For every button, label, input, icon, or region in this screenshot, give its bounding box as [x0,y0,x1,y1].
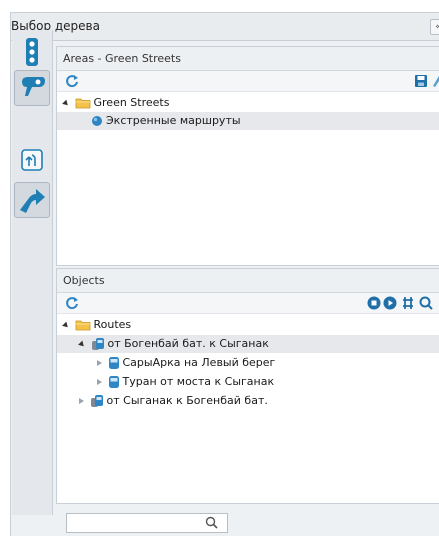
refresh-icon[interactable] [65,296,79,310]
window-title-bar: Выбор дерева « [11,13,439,41]
bus-icon [108,357,119,369]
save-icon[interactable] [414,74,428,88]
areas-panel-title: Areas - Green Streets [57,47,439,71]
collapsed-arrow-icon[interactable] [97,379,102,385]
collapsed-arrow-icon[interactable] [79,398,84,404]
collapsed-arrow-icon[interactable] [97,360,102,366]
refresh-icon[interactable] [65,74,79,88]
folder-icon [75,98,90,109]
rail-item-route-fork[interactable] [14,142,50,178]
objects-tree: Routes от Богенбай бат. к Сыганак СарыАр… [57,314,439,500]
bus-stack-icon [91,338,104,350]
pin-icon [22,77,45,96]
expand-arrow-icon[interactable] [62,321,70,329]
areas-tree: Green Streets Экстренные маршруты [57,92,439,262]
turn-arrow-icon [20,189,45,213]
rail-item-traffic-light[interactable] [14,34,50,70]
rail-item-pin[interactable] [14,70,50,106]
tree-item-label: Green Streets [93,96,170,109]
bus-icon [108,376,119,388]
rail-item-turn-arrow[interactable] [14,182,50,218]
bus-stack-icon [90,395,103,407]
tree-item-route-turan[interactable]: Туран от моста к Сыганак [57,373,439,391]
tree-item-route-saryarka[interactable]: СарыАрка на Левый берег [57,354,439,372]
expand-arrow-icon[interactable] [62,99,70,107]
objects-panel: Objects Routes от Богенбай бат. к Сыгана… [56,268,439,504]
route-fork-icon [21,149,43,171]
objects-toolbar [57,293,439,314]
areas-toolbar [57,71,439,92]
tree-item-label: Экстренные маршруты [106,114,241,127]
edit-icon[interactable] [431,74,439,88]
circle-icon [92,116,102,126]
stop-icon[interactable] [367,296,381,310]
play-icon[interactable] [383,296,397,310]
folder-icon [75,320,90,331]
areas-panel: Areas - Green Streets Green Streets Экст… [56,46,439,266]
tree-item-route-bogenbay-syganak[interactable]: от Богенбай бат. к Сыганак [57,335,439,353]
tree-item-label: СарыАрка на Левый берег [122,356,276,369]
search-input[interactable] [66,513,228,533]
expand-arrow-icon[interactable] [78,340,86,348]
objects-panel-title: Objects [57,269,439,293]
layer-rail [12,30,53,515]
tree-item-label: Туран от моста к Сыганак [122,375,275,388]
tree-item-label: от Сыганак к Богенбай бат. [106,394,268,407]
tree-item-label: Routes [93,318,132,331]
background-area [0,0,439,13]
grid-icon[interactable] [402,296,414,310]
tree-item-green-streets[interactable]: Green Streets [57,94,439,112]
traffic-light-icon [26,38,38,66]
search-icon[interactable] [419,296,433,310]
tree-item-routes[interactable]: Routes [57,316,439,334]
search-icon[interactable] [205,516,218,529]
tree-item-emergency-routes[interactable]: Экстренные маршруты [57,112,439,130]
tree-item-label: от Богенбай бат. к Сыганак [107,337,269,350]
tree-item-route-syganak-bogenbay[interactable]: от Сыганак к Богенбай бат. [57,392,439,410]
collapse-button[interactable]: « [430,19,439,35]
